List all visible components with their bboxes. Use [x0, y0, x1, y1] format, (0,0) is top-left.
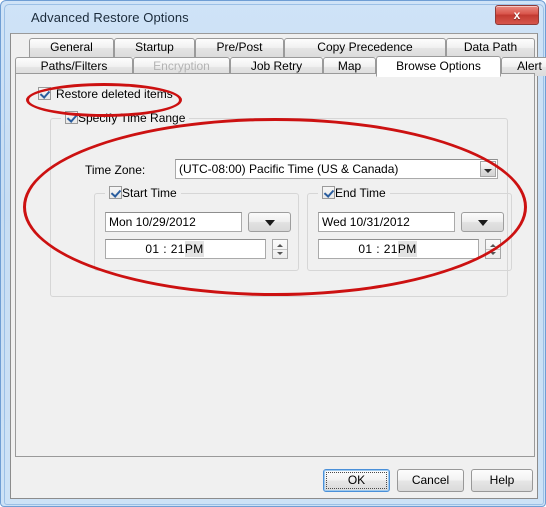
start-time-label: Start Time: [122, 186, 177, 200]
title-bar[interactable]: Advanced Restore Options x: [5, 4, 543, 32]
dialog-window: Advanced Restore Options x General Start…: [0, 0, 546, 507]
time-zone-label: Time Zone:: [85, 163, 146, 177]
specify-time-range-checkbox[interactable]: Specify Time Range: [61, 111, 190, 125]
start-time-group: Start Time Mon 10/29/2012 01 : 21PM: [94, 186, 299, 271]
time-zone-value: (UTC-08:00) Pacific Time (US & Canada): [179, 162, 399, 176]
restore-deleted-items-label: Restore deleted items: [56, 87, 173, 101]
end-date-dropdown-button[interactable]: [461, 212, 504, 232]
start-time-meridiem: PM: [184, 241, 204, 257]
time-zone-combobox[interactable]: (UTC-08:00) Pacific Time (US & Canada): [175, 159, 498, 179]
cancel-button[interactable]: Cancel: [397, 469, 464, 492]
start-date-dropdown-button[interactable]: [248, 212, 291, 232]
start-date-input[interactable]: Mon 10/29/2012: [105, 212, 242, 232]
specify-time-range-group: Specify Time Range Time Zone: (UTC-08:00…: [50, 111, 512, 297]
end-time-input[interactable]: 01 : 21PM: [318, 239, 479, 259]
chevron-down-icon[interactable]: [480, 161, 496, 177]
checkbox-glyph: [322, 186, 335, 199]
end-time-checkbox[interactable]: End Time: [318, 186, 390, 200]
start-time-spinner[interactable]: [272, 239, 288, 259]
tab-page-browse-options: Restore deleted items Specify Time Range…: [15, 73, 535, 457]
window-title: Advanced Restore Options: [31, 10, 189, 25]
tab-strip: General Startup Pre/Post Copy Precedence…: [15, 38, 546, 77]
tab-copy-precedence[interactable]: Copy Precedence: [284, 38, 446, 57]
end-time-value: 01 : 21: [358, 242, 398, 256]
tab-general[interactable]: General: [29, 38, 114, 57]
spinner-down-icon[interactable]: [273, 249, 287, 258]
ok-button-label: OK: [347, 473, 366, 487]
start-time-value: 01 : 21: [145, 242, 185, 256]
checkbox-glyph: [38, 87, 51, 100]
tab-browse-options[interactable]: Browse Options: [376, 56, 501, 77]
dialog-client-area: General Startup Pre/Post Copy Precedence…: [10, 33, 546, 499]
end-time-spinner[interactable]: [485, 239, 501, 259]
end-date-input[interactable]: Wed 10/31/2012: [318, 212, 455, 232]
start-time-checkbox[interactable]: Start Time: [105, 186, 181, 200]
end-time-meridiem: PM: [397, 241, 417, 257]
ok-button[interactable]: OK: [323, 469, 390, 492]
end-time-group: End Time Wed 10/31/2012 01 : 21PM: [307, 186, 512, 271]
checkbox-glyph: [65, 111, 78, 124]
start-time-input[interactable]: 01 : 21PM: [105, 239, 266, 259]
tab-startup[interactable]: Startup: [114, 38, 195, 57]
restore-deleted-items-checkbox[interactable]: Restore deleted items: [38, 87, 173, 101]
checkbox-glyph: [109, 186, 122, 199]
spinner-down-icon[interactable]: [486, 249, 500, 258]
close-icon[interactable]: x: [495, 5, 539, 25]
help-button[interactable]: Help: [471, 469, 533, 492]
specify-time-range-label: Specify Time Range: [78, 111, 186, 125]
tab-pre-post[interactable]: Pre/Post: [195, 38, 284, 57]
tab-data-path[interactable]: Data Path: [446, 38, 535, 57]
end-time-label: End Time: [335, 186, 386, 200]
